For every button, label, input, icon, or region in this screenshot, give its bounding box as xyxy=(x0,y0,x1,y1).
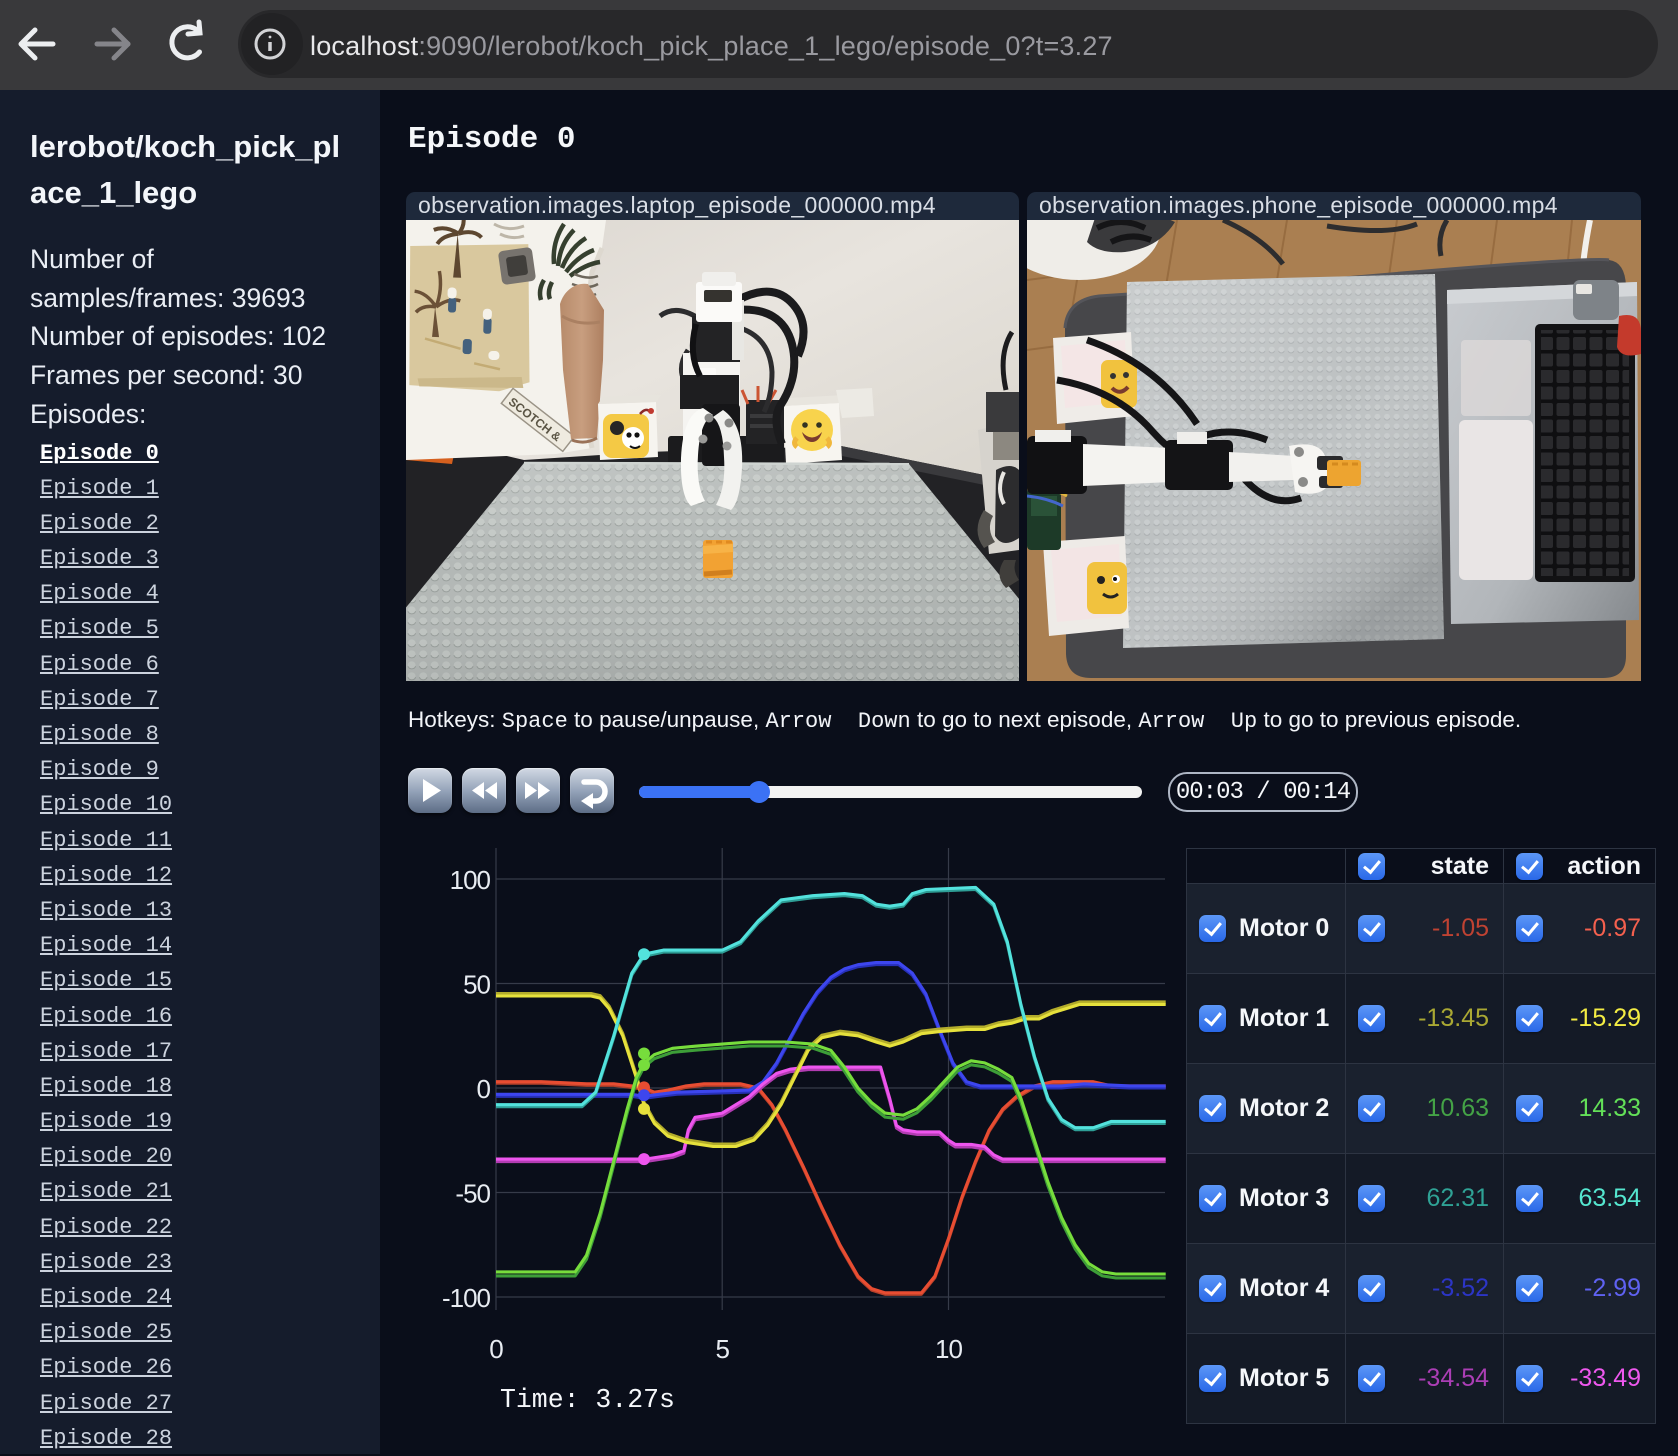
svg-text:100: 100 xyxy=(450,865,491,895)
svg-text:0: 0 xyxy=(477,1074,491,1104)
svg-text:0: 0 xyxy=(489,1334,503,1364)
svg-text:-100: -100 xyxy=(442,1283,491,1313)
svg-text:10: 10 xyxy=(935,1334,962,1364)
svg-text:Time: 3.27s: Time: 3.27s xyxy=(500,1385,675,1415)
svg-text:-50: -50 xyxy=(455,1179,490,1209)
svg-text:50: 50 xyxy=(463,970,490,1000)
svg-text:5: 5 xyxy=(715,1334,729,1364)
